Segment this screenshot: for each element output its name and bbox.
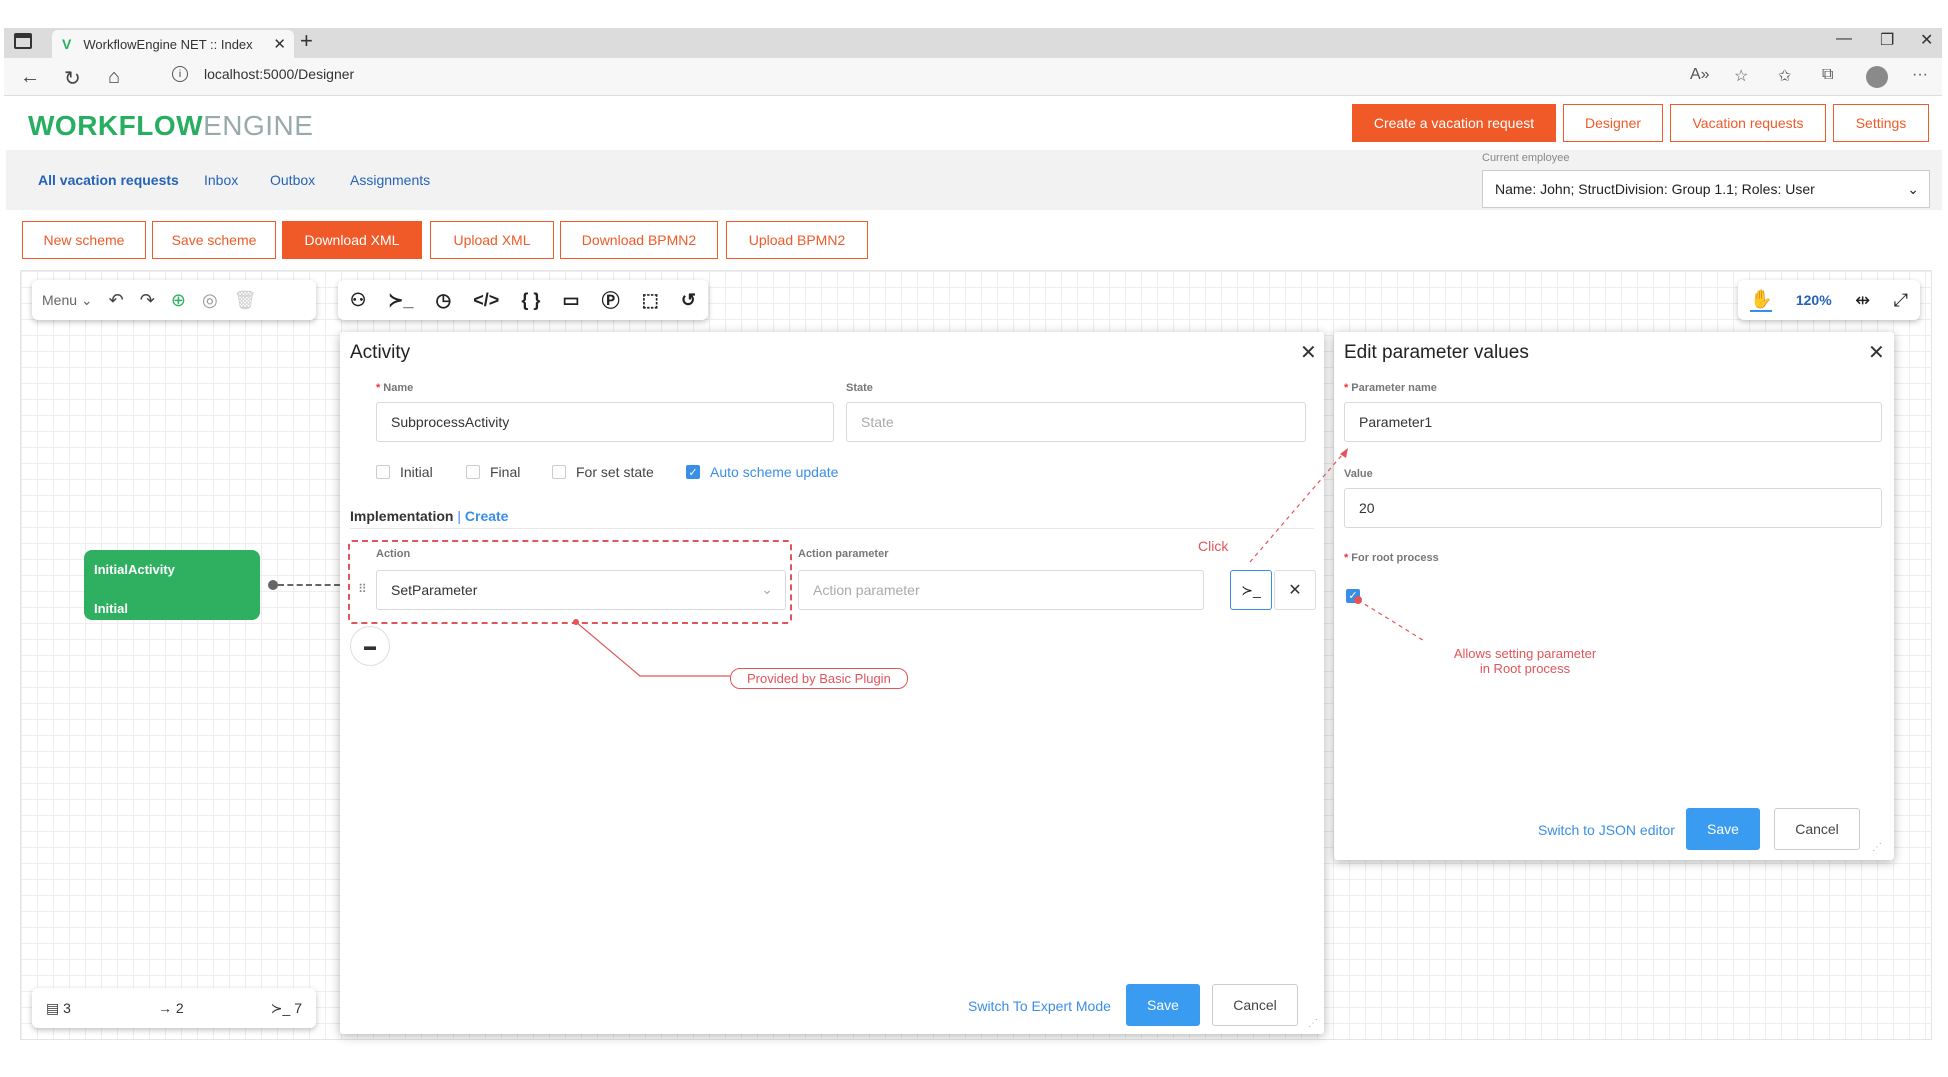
root-pointer-dot (1354, 596, 1362, 604)
root-pointer-line (1357, 599, 1427, 643)
annotation-lines (573, 447, 1427, 677)
plugin-pointer-dot (573, 619, 579, 625)
click-pointer-line (1249, 447, 1349, 563)
plugin-pointer-line (575, 621, 730, 677)
